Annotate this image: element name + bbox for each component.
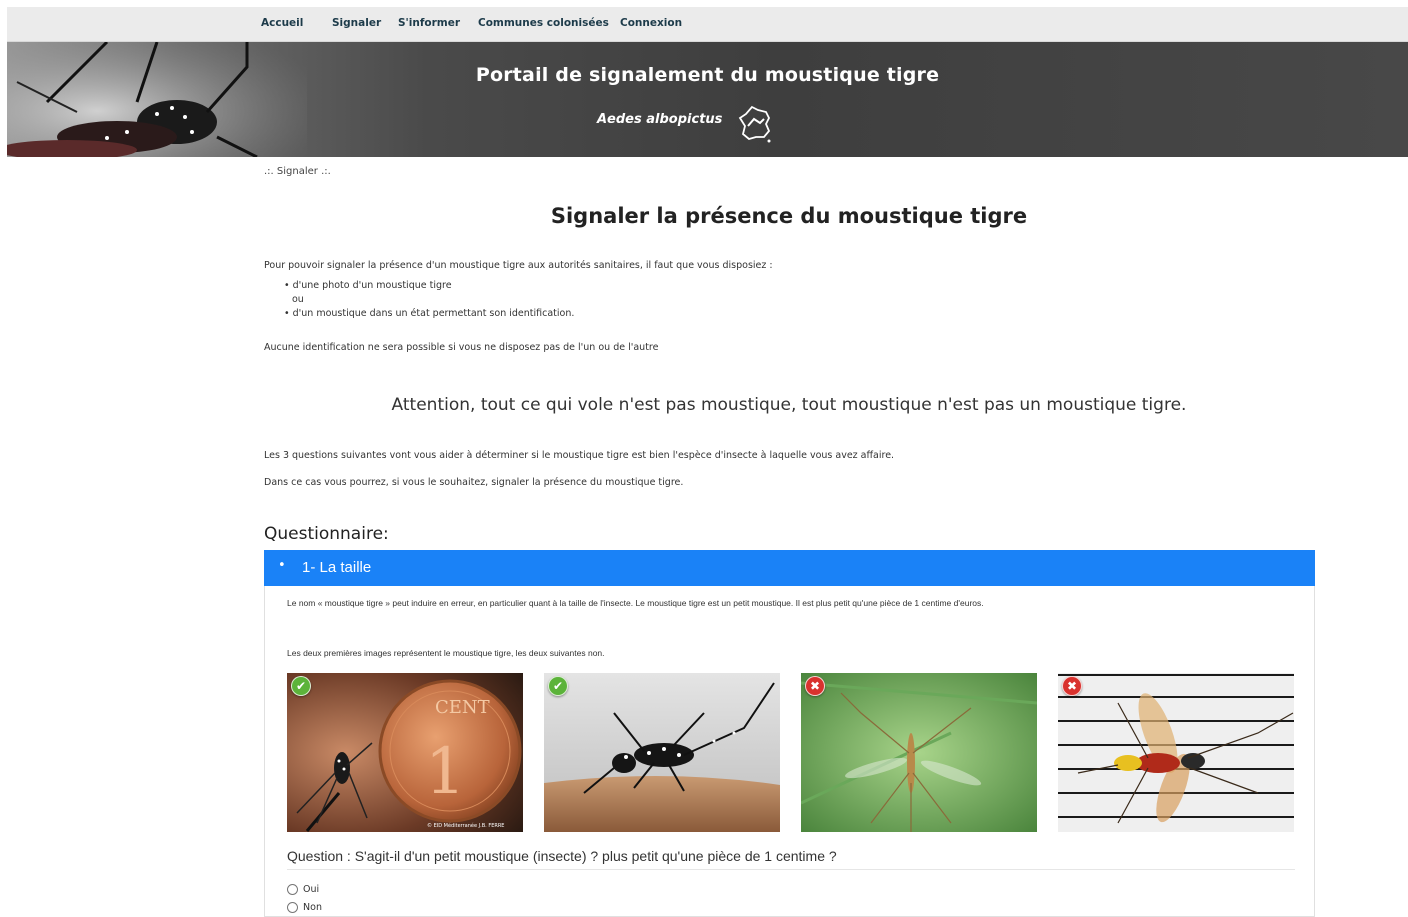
site-title: Portail de signalement du moustique tigr…: [475, 64, 940, 86]
france-map-icon: [738, 105, 771, 143]
option-oui[interactable]: Oui: [287, 884, 319, 895]
accordion-bullet: •: [278, 558, 286, 573]
bullet-photo: • d'une photo d'un moustique tigre: [284, 280, 452, 291]
site-subtitle: Aedes albopictus: [597, 112, 723, 127]
mosquito-banner-image: [7, 42, 307, 157]
images-explanation: Les deux premières images représentent l…: [287, 648, 605, 658]
cross-icon: ✖: [1062, 676, 1082, 696]
size-explanation: Le nom « moustique tigre » peut induire …: [287, 598, 984, 608]
coin-digit: 1: [425, 735, 466, 809]
check-icon: ✔: [291, 676, 311, 696]
coin-caption: CENT: [435, 697, 490, 718]
nav-signaler[interactable]: Signaler: [332, 17, 381, 29]
questionnaire-label: Questionnaire:: [264, 524, 389, 544]
option-oui-label: Oui: [303, 884, 320, 895]
nav-connexion[interactable]: Connexion: [620, 17, 682, 29]
photo-not-mosquito-lines: ✖: [1058, 673, 1294, 832]
attention-text: Attention, tout ce qui vole n'est pas mo…: [391, 395, 1187, 415]
accordion-panel: Le nom « moustique tigre » peut induire …: [264, 586, 1315, 917]
radio-oui[interactable]: [287, 884, 298, 895]
photo-tiger-mosquito-coin: CENT 1 © EID Méditerranée J.B. FERRE ✔: [287, 673, 523, 832]
no-identification-text: Aucune identification ne sera possible s…: [264, 342, 659, 353]
or-text: ou: [292, 294, 304, 305]
breadcrumb: .:. Signaler .:.: [264, 166, 331, 177]
bullet-specimen: • d'un moustique dans un état permettant…: [284, 308, 575, 319]
page-title: Signaler la présence du moustique tigre: [550, 204, 1028, 228]
help-text-2: Dans ce cas vous pourrez, si vous le sou…: [264, 477, 684, 488]
cross-icon: ✖: [805, 676, 825, 696]
photo-tiger-mosquito-skin: ✔: [544, 673, 780, 832]
accordion-header-size[interactable]: • 1- La taille: [264, 550, 1315, 586]
top-navigation: Accueil Signaler S'informer Communes col…: [7, 7, 1408, 42]
header-banner: Portail de signalement du moustique tigr…: [7, 42, 1408, 157]
nav-accueil[interactable]: Accueil: [261, 17, 303, 29]
help-text-1: Les 3 questions suivantes vont vous aide…: [264, 450, 895, 461]
nav-sinformer[interactable]: S'informer: [398, 17, 460, 29]
nav-communes-colonisees[interactable]: Communes colonisées: [478, 17, 609, 29]
intro-text: Pour pouvoir signaler la présence d'un m…: [264, 260, 773, 271]
photo-not-mosquito-grass: ✖: [801, 673, 1037, 832]
check-icon: ✔: [548, 676, 568, 696]
question-text: Question : S'agit-il d'un petit moustiqu…: [287, 848, 1295, 870]
accordion-title: 1- La taille: [302, 559, 372, 576]
photo-credit: © EID Méditerranée J.B. FERRE: [427, 822, 504, 829]
